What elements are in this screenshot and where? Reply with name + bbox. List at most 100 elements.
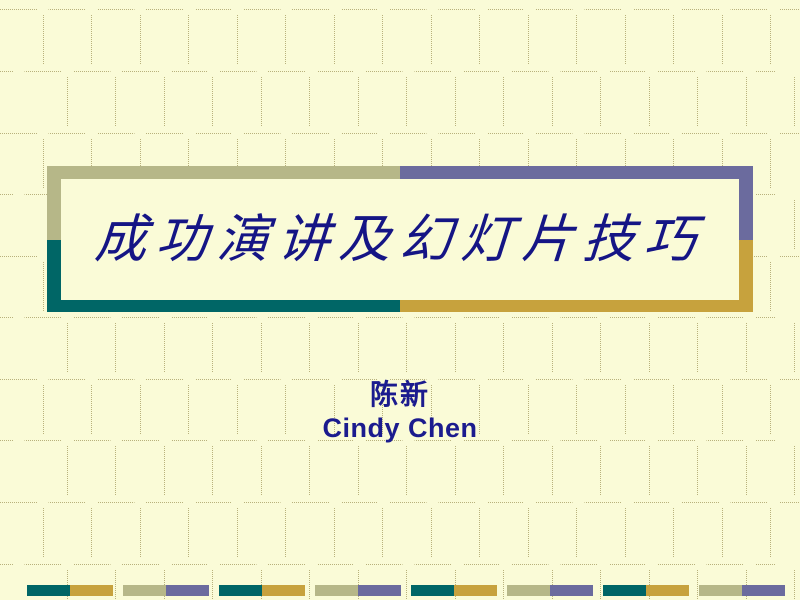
footer-bar-block	[646, 585, 689, 596]
grid-vline	[115, 446, 116, 496]
grid-vline	[261, 77, 262, 127]
grid-vline	[794, 200, 795, 250]
grid-vline	[503, 446, 504, 496]
grid-vline	[115, 323, 116, 373]
grid-vline	[746, 323, 747, 373]
grid-vline	[212, 77, 213, 127]
grid-vline	[237, 15, 238, 65]
grid-vline	[140, 508, 141, 558]
footer-bar-block	[550, 585, 593, 596]
footer-bar-block	[219, 585, 262, 596]
grid-vline	[91, 508, 92, 558]
grid-vline	[649, 446, 650, 496]
footer-bar-block	[358, 585, 401, 596]
grid-vline	[358, 77, 359, 127]
grid-hline	[0, 317, 776, 318]
grid-vline	[358, 323, 359, 373]
grid-vline	[455, 77, 456, 127]
grid-hline	[0, 71, 776, 72]
grid-vline	[164, 323, 165, 373]
grid-vline	[794, 446, 795, 496]
grid-vline	[140, 15, 141, 65]
grid-vline	[334, 508, 335, 558]
presentation-slide: 成功演讲及幻灯片技巧 陈新 Cindy Chen	[0, 0, 800, 600]
grid-vline	[406, 77, 407, 127]
grid-vline	[43, 262, 44, 311]
author-name-english: Cindy Chen	[322, 413, 478, 444]
grid-vline	[309, 323, 310, 373]
grid-vline	[697, 323, 698, 373]
grid-vline	[770, 15, 771, 65]
footer-bar-block	[315, 585, 358, 596]
grid-vline	[576, 508, 577, 558]
grid-vline	[188, 15, 189, 65]
grid-vline	[406, 446, 407, 496]
grid-vline	[552, 77, 553, 127]
grid-vline	[455, 323, 456, 373]
grid-vline	[746, 77, 747, 127]
grid-vline	[164, 446, 165, 496]
grid-vline	[285, 508, 286, 558]
grid-vline	[67, 77, 68, 127]
footer-bar-block	[70, 585, 113, 596]
grid-vline	[382, 508, 383, 558]
grid-vline	[528, 15, 529, 65]
grid-vline	[261, 323, 262, 373]
grid-vline	[697, 77, 698, 127]
grid-vline	[455, 446, 456, 496]
footer-bar-block	[27, 585, 70, 596]
footer-bar-block	[411, 585, 454, 596]
footer-bar-block	[123, 585, 166, 596]
grid-vline	[91, 15, 92, 65]
grid-hline	[0, 9, 800, 10]
grid-vline	[309, 446, 310, 496]
title-inner-panel: 成功演讲及幻灯片技巧	[61, 179, 739, 300]
grid-vline	[382, 15, 383, 65]
grid-vline	[479, 15, 480, 65]
grid-vline	[431, 15, 432, 65]
grid-vline	[334, 15, 335, 65]
grid-vline	[212, 323, 213, 373]
slide-title: 成功演讲及幻灯片技巧	[92, 209, 708, 270]
grid-hline	[0, 564, 776, 565]
grid-vline	[673, 508, 674, 558]
grid-vline	[237, 508, 238, 558]
grid-vline	[746, 446, 747, 496]
grid-vline	[43, 508, 44, 558]
author-name-chinese: 陈新	[369, 378, 430, 411]
grid-vline	[115, 77, 116, 127]
grid-vline	[67, 446, 68, 496]
grid-vline	[503, 77, 504, 127]
grid-vline	[576, 15, 577, 65]
footer-bar-block	[699, 585, 742, 596]
footer-bar-block	[742, 585, 785, 596]
slide-subtitle-block: 陈新 Cindy Chen	[0, 378, 800, 445]
grid-vline	[552, 323, 553, 373]
grid-vline	[649, 77, 650, 127]
grid-vline	[600, 446, 601, 496]
grid-vline	[649, 323, 650, 373]
grid-vline	[43, 139, 44, 188]
grid-vline	[552, 446, 553, 496]
grid-vline	[67, 323, 68, 373]
grid-vline	[794, 77, 795, 127]
grid-vline	[358, 446, 359, 496]
grid-vline	[794, 323, 795, 373]
grid-hline	[0, 133, 800, 134]
footer-bar-block	[262, 585, 305, 596]
footer-bar-block	[166, 585, 209, 596]
footer-bar-block	[507, 585, 550, 596]
grid-vline	[722, 508, 723, 558]
footer-color-bar	[0, 585, 800, 596]
footer-bar-block	[603, 585, 646, 596]
grid-vline	[625, 15, 626, 65]
grid-vline	[406, 323, 407, 373]
grid-vline	[770, 262, 771, 311]
grid-vline	[697, 446, 698, 496]
grid-vline	[261, 446, 262, 496]
grid-vline	[673, 15, 674, 65]
grid-vline	[600, 77, 601, 127]
grid-vline	[625, 508, 626, 558]
grid-vline	[479, 508, 480, 558]
grid-vline	[431, 508, 432, 558]
